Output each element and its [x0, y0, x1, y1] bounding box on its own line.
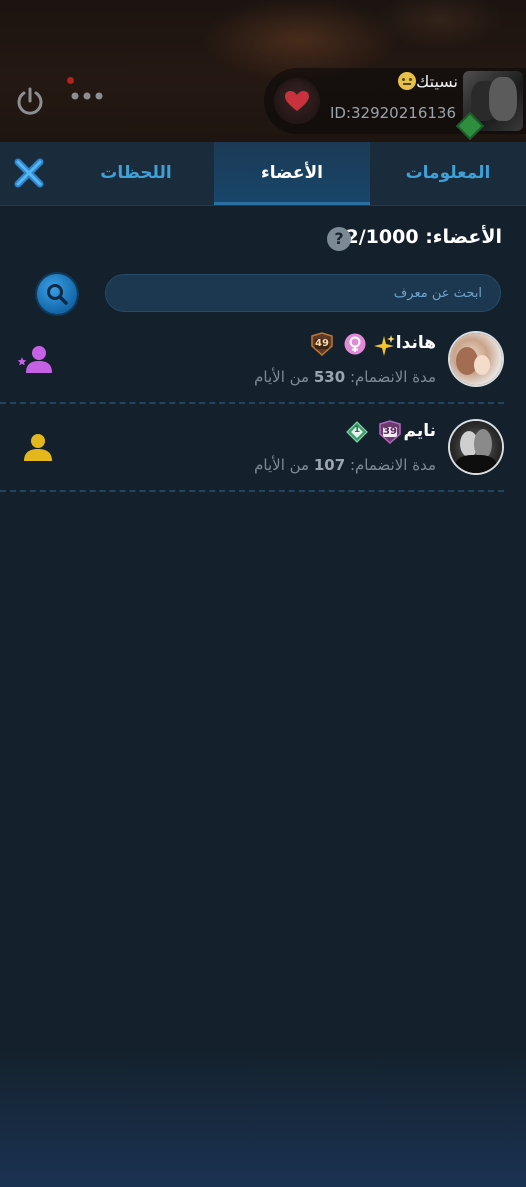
- members-count-value: 2/1000: [345, 226, 419, 248]
- members-count-label: الأعضاء:: [425, 226, 502, 248]
- member-row[interactable]: نايم 39 1 مدة الانضمام: 107 من الأيام: [0, 404, 526, 492]
- join-duration-days: 107: [313, 456, 346, 474]
- member-name: هاندا: [395, 333, 436, 353]
- notification-dot: [67, 77, 74, 84]
- close-icon[interactable]: [12, 156, 46, 190]
- join-duration-unit: من الأيام: [254, 368, 310, 386]
- avatar[interactable]: [450, 333, 502, 385]
- female-gender-icon: [344, 333, 366, 355]
- join-duration-days: 530: [313, 368, 346, 386]
- power-icon[interactable]: [14, 85, 46, 117]
- level-badge-value: 49: [315, 338, 329, 349]
- members-count: الأعضاء: 2/1000: [346, 226, 502, 248]
- tab-moments[interactable]: اللحظات: [58, 142, 214, 205]
- tab-members[interactable]: الأعضاء: [214, 142, 370, 205]
- tab-bar: المعلومات الأعضاء اللحظات: [0, 142, 526, 206]
- gem-level-value: 1: [353, 425, 361, 435]
- search-button[interactable]: [37, 274, 77, 314]
- join-duration-label: مدة الانضمام:: [349, 456, 436, 474]
- join-duration-unit: من الأيام: [254, 456, 310, 474]
- member-name: نايم: [403, 421, 436, 441]
- row-divider: [0, 490, 504, 492]
- search-input[interactable]: [105, 274, 501, 312]
- room-id: ID:32920216136: [329, 104, 456, 122]
- tab-info[interactable]: المعلومات: [370, 142, 526, 205]
- admin-star-user-icon[interactable]: [15, 344, 55, 374]
- heart-icon: [285, 91, 309, 111]
- room-name-text: نسيتك: [416, 72, 458, 91]
- join-duration-label: مدة الانضمام:: [349, 368, 436, 386]
- owner-user-icon[interactable]: [22, 432, 54, 462]
- join-duration: مدة الانضمام: 530 من الأيام: [254, 368, 436, 386]
- more-options-icon[interactable]: [70, 90, 104, 102]
- help-icon[interactable]: ?: [327, 227, 351, 251]
- member-row[interactable]: هاندا 49 مدة الانضمام: 530 من الأيام: [0, 316, 526, 404]
- search-icon: [47, 284, 68, 305]
- join-duration: مدة الانضمام: 107 من الأيام: [254, 456, 436, 474]
- sparkles-icon: [374, 335, 395, 356]
- level-badge-value: 39: [383, 426, 397, 437]
- follow-heart-button[interactable]: [276, 80, 318, 122]
- smiley-emoji-icon: [398, 72, 417, 90]
- room-name: نسيتك: [395, 72, 458, 91]
- bottom-glow: [0, 1047, 526, 1187]
- avatar[interactable]: [450, 421, 502, 473]
